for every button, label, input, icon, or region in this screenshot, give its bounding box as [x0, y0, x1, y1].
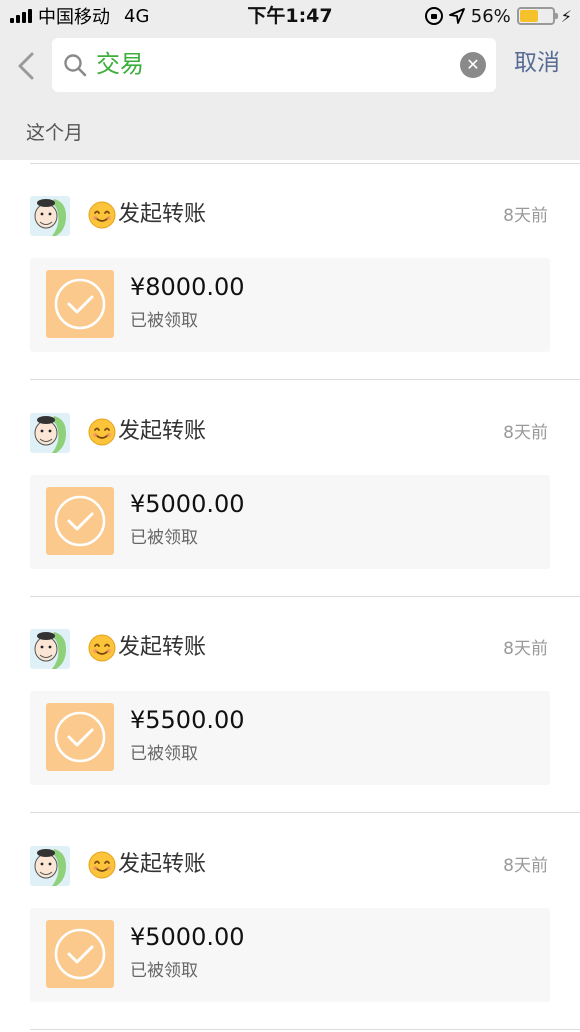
- transfer-card[interactable]: ¥5000.00 已被领取: [30, 908, 550, 1002]
- transfer-amount: ¥5000.00: [130, 923, 245, 951]
- transaction-action: 发起转账: [88, 200, 206, 230]
- transaction-time: 8天前: [503, 856, 548, 876]
- cancel-button[interactable]: 取消: [514, 47, 560, 79]
- transaction-action-label: 发起转账: [118, 419, 207, 444]
- smile-emoji-icon: [88, 851, 116, 879]
- battery-fill: [519, 10, 538, 22]
- transfer-icon: [46, 270, 114, 338]
- transaction-action: 发起转账: [88, 850, 206, 880]
- transaction-time: 8天前: [503, 639, 548, 659]
- avatar-image: [30, 629, 70, 669]
- transaction-time: 8天前: [503, 423, 548, 443]
- battery-percent: 56%: [470, 5, 511, 27]
- transfer-status: 已被领取: [130, 528, 198, 548]
- search-input[interactable]: 交易: [96, 49, 144, 79]
- clear-icon[interactable]: ✕: [460, 52, 486, 78]
- status-right: 56% ⚡: [424, 4, 572, 28]
- transfer-amount: ¥5000.00: [130, 490, 245, 518]
- transaction-action-label: 发起转账: [118, 635, 207, 660]
- transfer-icon: [46, 487, 114, 555]
- charging-icon: ⚡: [560, 6, 572, 26]
- smile-emoji-icon: [88, 418, 116, 446]
- avatar[interactable]: [30, 629, 70, 669]
- transaction-item[interactable]: 发起转账 8天前 ¥5000.00 已被领取: [0, 814, 580, 1030]
- transfer-icon: [46, 920, 114, 988]
- smile-emoji-icon: [88, 634, 116, 662]
- status-bar: 中国移动 4G 下午1:47 56% ⚡: [0, 0, 580, 32]
- transaction-time: 8天前: [503, 206, 548, 226]
- smile-emoji-icon: [88, 201, 116, 229]
- divider: [30, 812, 580, 813]
- transaction-action-label: 发起转账: [118, 202, 207, 227]
- divider: [30, 1029, 580, 1030]
- transfer-amount: ¥8000.00: [130, 273, 245, 301]
- battery-icon: [516, 7, 558, 25]
- avatar-image: [30, 846, 70, 886]
- avatar-image: [30, 196, 70, 236]
- top-area: 中国移动 4G 下午1:47 56% ⚡ 交易 ✕ 取消 这个月: [0, 0, 580, 160]
- chevron-left-icon[interactable]: [12, 46, 42, 86]
- transaction-action-label: 发起转账: [118, 852, 207, 877]
- transfer-status: 已被领取: [130, 961, 198, 981]
- transaction-item[interactable]: 发起转账 8天前 ¥5000.00 已被领取: [0, 381, 580, 597]
- transfer-status: 已被领取: [130, 311, 198, 331]
- checkmark-circle-icon: [54, 278, 106, 330]
- search-icon: [64, 54, 87, 77]
- transaction-item[interactable]: 发起转账 8天前 ¥8000.00 已被领取: [0, 164, 580, 380]
- transfer-status: 已被领取: [130, 744, 198, 764]
- transfer-card[interactable]: ¥5000.00 已被领取: [30, 475, 550, 569]
- transfer-amount: ¥5500.00: [130, 706, 245, 734]
- avatar[interactable]: [30, 196, 70, 236]
- checkmark-circle-icon: [54, 928, 106, 980]
- avatar[interactable]: [30, 846, 70, 886]
- divider: [30, 379, 580, 380]
- avatar-image: [30, 413, 70, 453]
- transaction-action: 发起转账: [88, 417, 206, 447]
- search-bar[interactable]: 交易 ✕: [52, 38, 496, 92]
- checkmark-circle-icon: [54, 711, 106, 763]
- transfer-icon: [46, 703, 114, 771]
- transaction-item[interactable]: 发起转账 8天前 ¥5500.00 已被领取: [0, 597, 580, 813]
- transfer-card[interactable]: ¥5500.00 已被领取: [30, 691, 550, 785]
- checkmark-circle-icon: [54, 495, 106, 547]
- section-header: 这个月: [26, 122, 84, 144]
- avatar[interactable]: [30, 413, 70, 453]
- location-arrow-icon: [448, 8, 465, 24]
- orientation-lock-icon: [424, 7, 443, 25]
- transaction-action: 发起转账: [88, 633, 206, 663]
- transfer-card[interactable]: ¥8000.00 已被领取: [30, 258, 550, 352]
